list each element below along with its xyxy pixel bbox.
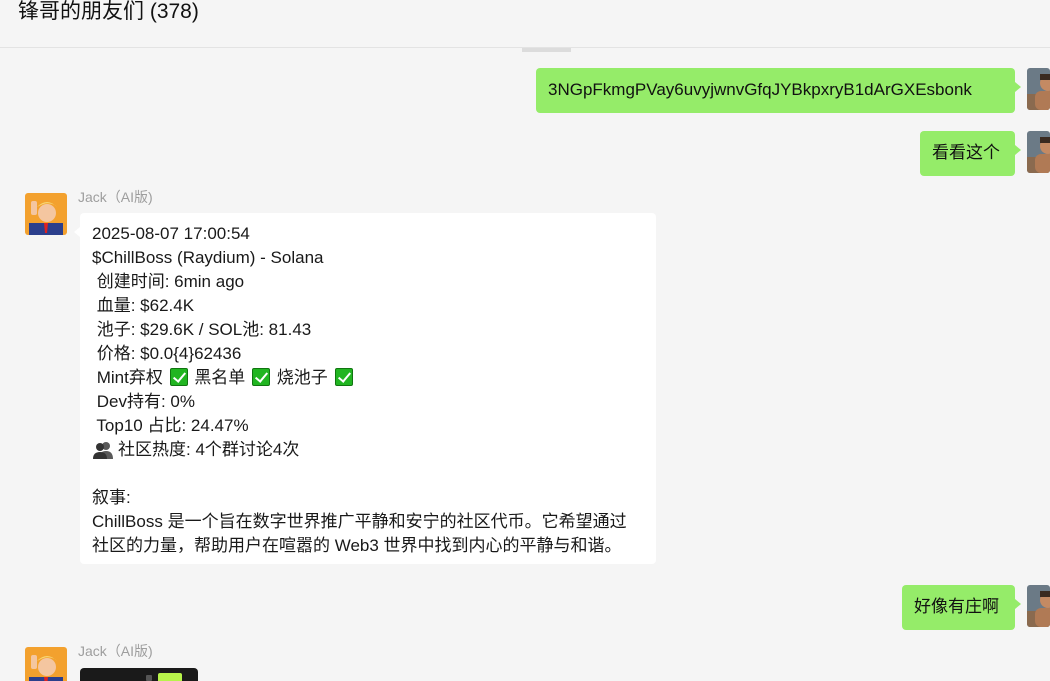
report-dev: Dev持有: 0% bbox=[92, 392, 195, 411]
message-text: 看看这个 bbox=[932, 143, 1000, 162]
people-icon bbox=[92, 441, 114, 466]
thumbnail-detail bbox=[146, 675, 152, 681]
jack-avatar-icon[interactable] bbox=[25, 193, 67, 235]
report-community: 社区热度: 4个群讨论4次 bbox=[118, 440, 300, 459]
report-narrative-label: 叙事: bbox=[92, 488, 131, 507]
check-icon bbox=[169, 368, 188, 386]
report-price: 价格: $0.0{4}62436 bbox=[92, 344, 242, 363]
report-mint: Mint弃权 bbox=[92, 368, 163, 387]
self-avatar-icon[interactable] bbox=[1027, 585, 1050, 627]
sender-name: Jack（AI版) bbox=[78, 643, 153, 659]
self-avatar-icon[interactable] bbox=[1027, 68, 1050, 110]
report-security-row: Mint弃权 黑名单 烧池子 bbox=[92, 366, 644, 390]
report-burn: 烧池子 bbox=[276, 368, 328, 387]
report-blank-line bbox=[92, 462, 644, 486]
report-datetime: 2025-08-07 17:00:54 bbox=[92, 224, 250, 243]
incoming-message-token-report[interactable]: 2025-08-07 17:00:54 $ChillBoss (Raydium)… bbox=[74, 213, 656, 564]
report-blacklist: 黑名单 bbox=[194, 368, 246, 387]
check-icon bbox=[334, 368, 353, 386]
chat-header: 锋哥的朋友们 (378) bbox=[0, 0, 1050, 48]
report-token: $ChillBoss (Raydium) - Solana bbox=[92, 248, 324, 267]
check-icon bbox=[252, 368, 271, 386]
report-created: 创建时间: 6min ago bbox=[92, 272, 245, 291]
jack-avatar-icon[interactable] bbox=[25, 647, 67, 681]
report-blood: 血量: $62.4K bbox=[92, 296, 195, 315]
outgoing-message-address[interactable]: 3NGpFkmgPVay6uvyjwnvGfqJYBkpxryB1dArGXEs… bbox=[536, 68, 1021, 113]
image-message-thumbnail[interactable] bbox=[80, 668, 198, 681]
report-pool: 池子: $29.6K / SOL池: 81.43 bbox=[92, 320, 312, 339]
chat-title: 锋哥的朋友们 (378) bbox=[18, 0, 199, 23]
outgoing-message[interactable]: 好像有庄啊 bbox=[902, 585, 1021, 630]
self-avatar-icon[interactable] bbox=[1027, 131, 1050, 173]
sender-name: Jack（AI版) bbox=[78, 189, 153, 205]
thumbnail-detail bbox=[158, 673, 182, 681]
report-narrative-2: 社区的力量，帮助用户在喧嚣的 Web3 世界中找到内心的平静与和谐。 bbox=[92, 536, 622, 555]
report-community-row: 社区热度: 4个群讨论4次 bbox=[92, 438, 644, 462]
scroll-handle[interactable] bbox=[522, 48, 571, 52]
message-text: 3NGpFkmgPVay6uvyjwnvGfqJYBkpxryB1dArGXEs… bbox=[548, 80, 972, 99]
report-narrative-1: ChillBoss 是一个旨在数字世界推广平静和安宁的社区代币。它希望通过 bbox=[92, 512, 627, 531]
message-text: 好像有庄啊 bbox=[914, 597, 999, 616]
report-top10: Top10 占比: 24.47% bbox=[92, 416, 249, 435]
outgoing-message[interactable]: 看看这个 bbox=[920, 131, 1021, 176]
